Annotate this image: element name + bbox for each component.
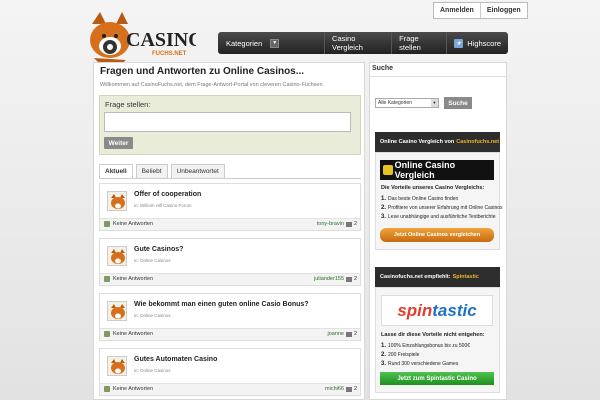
promo-vergleich-intro: Die Vorteile unseres Casino Vergleichs:	[381, 185, 485, 191]
question-card[interactable]: Gute Casinos? in: Online Casinos Keine A…	[99, 238, 361, 286]
comment-count: 2	[353, 221, 357, 227]
category-dropdown-label: Kategorien	[226, 38, 263, 48]
fox-avatar-icon	[107, 356, 127, 376]
comment-count: 2	[353, 386, 357, 392]
nav-highscore-label: Highscore	[467, 38, 501, 48]
promo-vergleich-item: 1. Das beste Online Casino finden	[381, 196, 459, 202]
pencil-icon	[104, 221, 110, 227]
question-category[interactable]: in: Online Casinos	[134, 313, 171, 318]
casino-vergleich-banner[interactable]: Online Casino Vergleich	[380, 160, 494, 180]
answer-count-label[interactable]: Keine Antworten	[113, 331, 153, 337]
ask-question-input[interactable]	[104, 112, 351, 132]
answer-count-label[interactable]: Keine Antworten	[113, 386, 153, 392]
question-category[interactable]: in: Online Casinos	[134, 258, 171, 263]
page: CASINO FUCHS.NET Anmelden Einloggen Kate…	[0, 0, 600, 400]
promo-vergleich-item: 3. Lese unabhängige und ausführliche Test…	[381, 214, 496, 220]
promo-spintastic-item: 1. 100% Einzahlungsbonus bis zu 500€	[381, 343, 471, 349]
promo-spintastic-item: 3. Rund 300 verschiedene Games	[381, 361, 459, 367]
question-title[interactable]: Offer of cooperation	[134, 191, 201, 198]
sidebar-divider	[369, 76, 507, 77]
question-author[interactable]: joanne	[327, 331, 344, 337]
fox-avatar-icon	[107, 301, 127, 321]
answer-count-label[interactable]: Keine Antworten	[113, 221, 153, 227]
answer-count-label[interactable]: Keine Antworten	[113, 276, 153, 282]
nav-casino-vergleich[interactable]: Casino Vergleich	[324, 32, 391, 54]
chevron-down-icon: ▼	[270, 38, 280, 48]
category-dropdown[interactable]: Kategorien ▼	[218, 38, 324, 48]
search-heading: Suche	[372, 65, 394, 72]
comment-count: 2	[353, 331, 357, 337]
promo-vergleich-highlight[interactable]: Casinofuchs.net	[456, 139, 499, 145]
promo-vergleich-title: Online Casino Vergleich von	[380, 139, 455, 145]
tab-beliebt[interactable]: Beliebt	[135, 164, 168, 179]
question-card[interactable]: Wie bekommt man einen guten online Casio…	[99, 293, 361, 341]
ticket-icon	[383, 165, 393, 175]
spintastic-logo: spintastic	[397, 300, 477, 320]
promo-spintastic-item: 2. 200 Freispiele	[381, 352, 420, 358]
fox-icon	[90, 12, 130, 68]
question-footer: Keine Antworten joanne 2	[100, 328, 360, 340]
question-card[interactable]: Gutes Automaten Casino in: Online Casino…	[99, 348, 361, 396]
promo-spintastic-highlight[interactable]: Spintastic	[453, 274, 479, 280]
comment-icon	[345, 331, 352, 337]
spintastic-cta-button[interactable]: Jetzt zum Spintastic Casino	[380, 372, 494, 385]
auth-links: Anmelden Einloggen	[433, 2, 528, 19]
search-button[interactable]: Suche	[444, 97, 472, 109]
question-author[interactable]: juliander155	[314, 276, 344, 282]
question-title[interactable]: Gute Casinos?	[134, 246, 183, 253]
casino-vergleich-banner-text: Online Casino Vergleich	[394, 160, 456, 180]
login-link[interactable]: Anmelden	[434, 3, 480, 18]
comment-count: 2	[353, 276, 357, 282]
promo-spintastic-header: Casinofuchs.net empfiehlt: Spintastic	[375, 267, 500, 287]
promo-spintastic-title: Casinofuchs.net empfiehlt:	[380, 274, 451, 280]
question-card[interactable]: Offer of cooperation in: William Hill Ca…	[99, 183, 361, 231]
ask-question-label: Frage stellen:	[105, 100, 151, 109]
comment-icon	[345, 221, 352, 227]
pencil-icon	[104, 276, 110, 282]
register-link[interactable]: Einloggen	[479, 3, 527, 18]
tabs-divider	[99, 178, 361, 179]
question-footer: Keine Antworten juliander155 2	[100, 273, 360, 285]
page-title: Fragen und Antworten zu Online Casinos..…	[100, 66, 305, 77]
main-nav: Kategorien ▼ Casino Vergleich Frage stel…	[218, 32, 508, 54]
question-author[interactable]: michi66	[325, 386, 344, 392]
nav-highscore[interactable]: ★ Highscore	[446, 32, 508, 54]
fox-avatar-icon	[107, 246, 127, 266]
comment-icon	[345, 386, 352, 392]
question-category[interactable]: in: Online Casinos	[134, 368, 171, 373]
logo-text: CASINO	[126, 29, 196, 51]
question-footer: Keine Antworten tony-bravin 2	[100, 218, 360, 230]
question-title[interactable]: Gutes Automaten Casino	[134, 356, 217, 363]
question-footer: Keine Antworten michi66 2	[100, 383, 360, 395]
question-category[interactable]: in: William Hill Casino Forum	[134, 203, 192, 208]
pencil-icon	[104, 331, 110, 337]
promo-vergleich-item: 2. Profitiere von unserer Erfahrung mit O…	[381, 205, 503, 211]
nav-frage-stellen[interactable]: Frage stellen	[391, 32, 446, 54]
comment-icon	[345, 276, 352, 282]
question-title[interactable]: Wie bekommt man einen guten online Casio…	[134, 301, 309, 308]
spintastic-banner[interactable]: spintastic	[381, 295, 493, 326]
question-author[interactable]: tony-bravin	[317, 221, 344, 227]
chevron-down-icon: ▼	[431, 99, 438, 107]
compare-casinos-button[interactable]: Jetzt Online Casinos vergleichen	[380, 228, 494, 242]
tab-unbeantwortet[interactable]: Unbeantwortet	[170, 164, 225, 179]
star-icon: ★	[454, 38, 464, 48]
search-category-select[interactable]: Alle Kategorien ▼	[375, 98, 439, 108]
tab-aktuell[interactable]: Aktuell	[99, 164, 133, 179]
promo-spintastic-intro: Lasse dir diese Vorteile nicht entgehen:	[381, 332, 485, 338]
ask-continue-button[interactable]: Weiter	[104, 137, 133, 149]
question-tabs: Aktuell Beliebt Unbeantwortet	[99, 164, 228, 179]
page-subtitle: Willkommen auf CasinoFuchs.net, dem Frag…	[100, 82, 325, 88]
pencil-icon	[104, 386, 110, 392]
search-category-select-value: Alle Kategorien	[378, 100, 412, 106]
promo-vergleich-header: Online Casino Vergleich von Casinofuchs.…	[375, 132, 500, 152]
logo-subtext: FUCHS.NET	[152, 51, 187, 57]
fox-avatar-icon	[107, 191, 127, 211]
